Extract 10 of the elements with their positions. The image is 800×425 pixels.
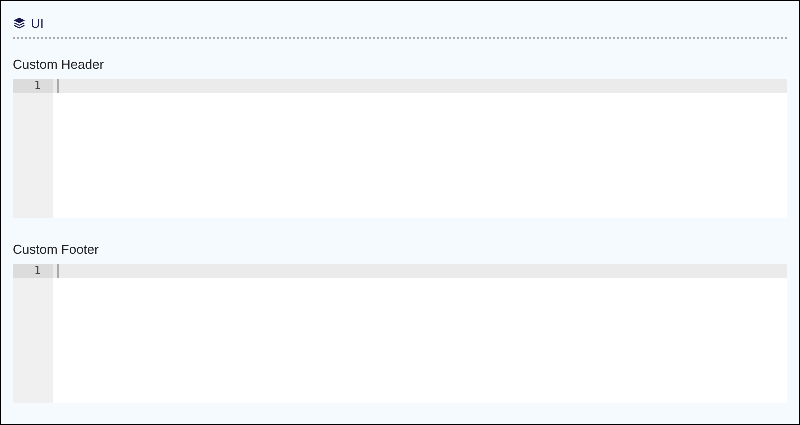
text-cursor	[57, 264, 59, 278]
code-editor[interactable]: 1	[13, 79, 787, 218]
field-label: Custom Footer	[13, 241, 100, 259]
text-cursor	[57, 79, 59, 93]
line-number: 1	[13, 264, 53, 278]
line-number: 1	[13, 79, 53, 93]
layers-icon	[13, 17, 26, 30]
section-title: UI	[31, 14, 44, 33]
field-label: Custom Header	[13, 56, 106, 74]
code-editor[interactable]: 1	[13, 264, 787, 403]
